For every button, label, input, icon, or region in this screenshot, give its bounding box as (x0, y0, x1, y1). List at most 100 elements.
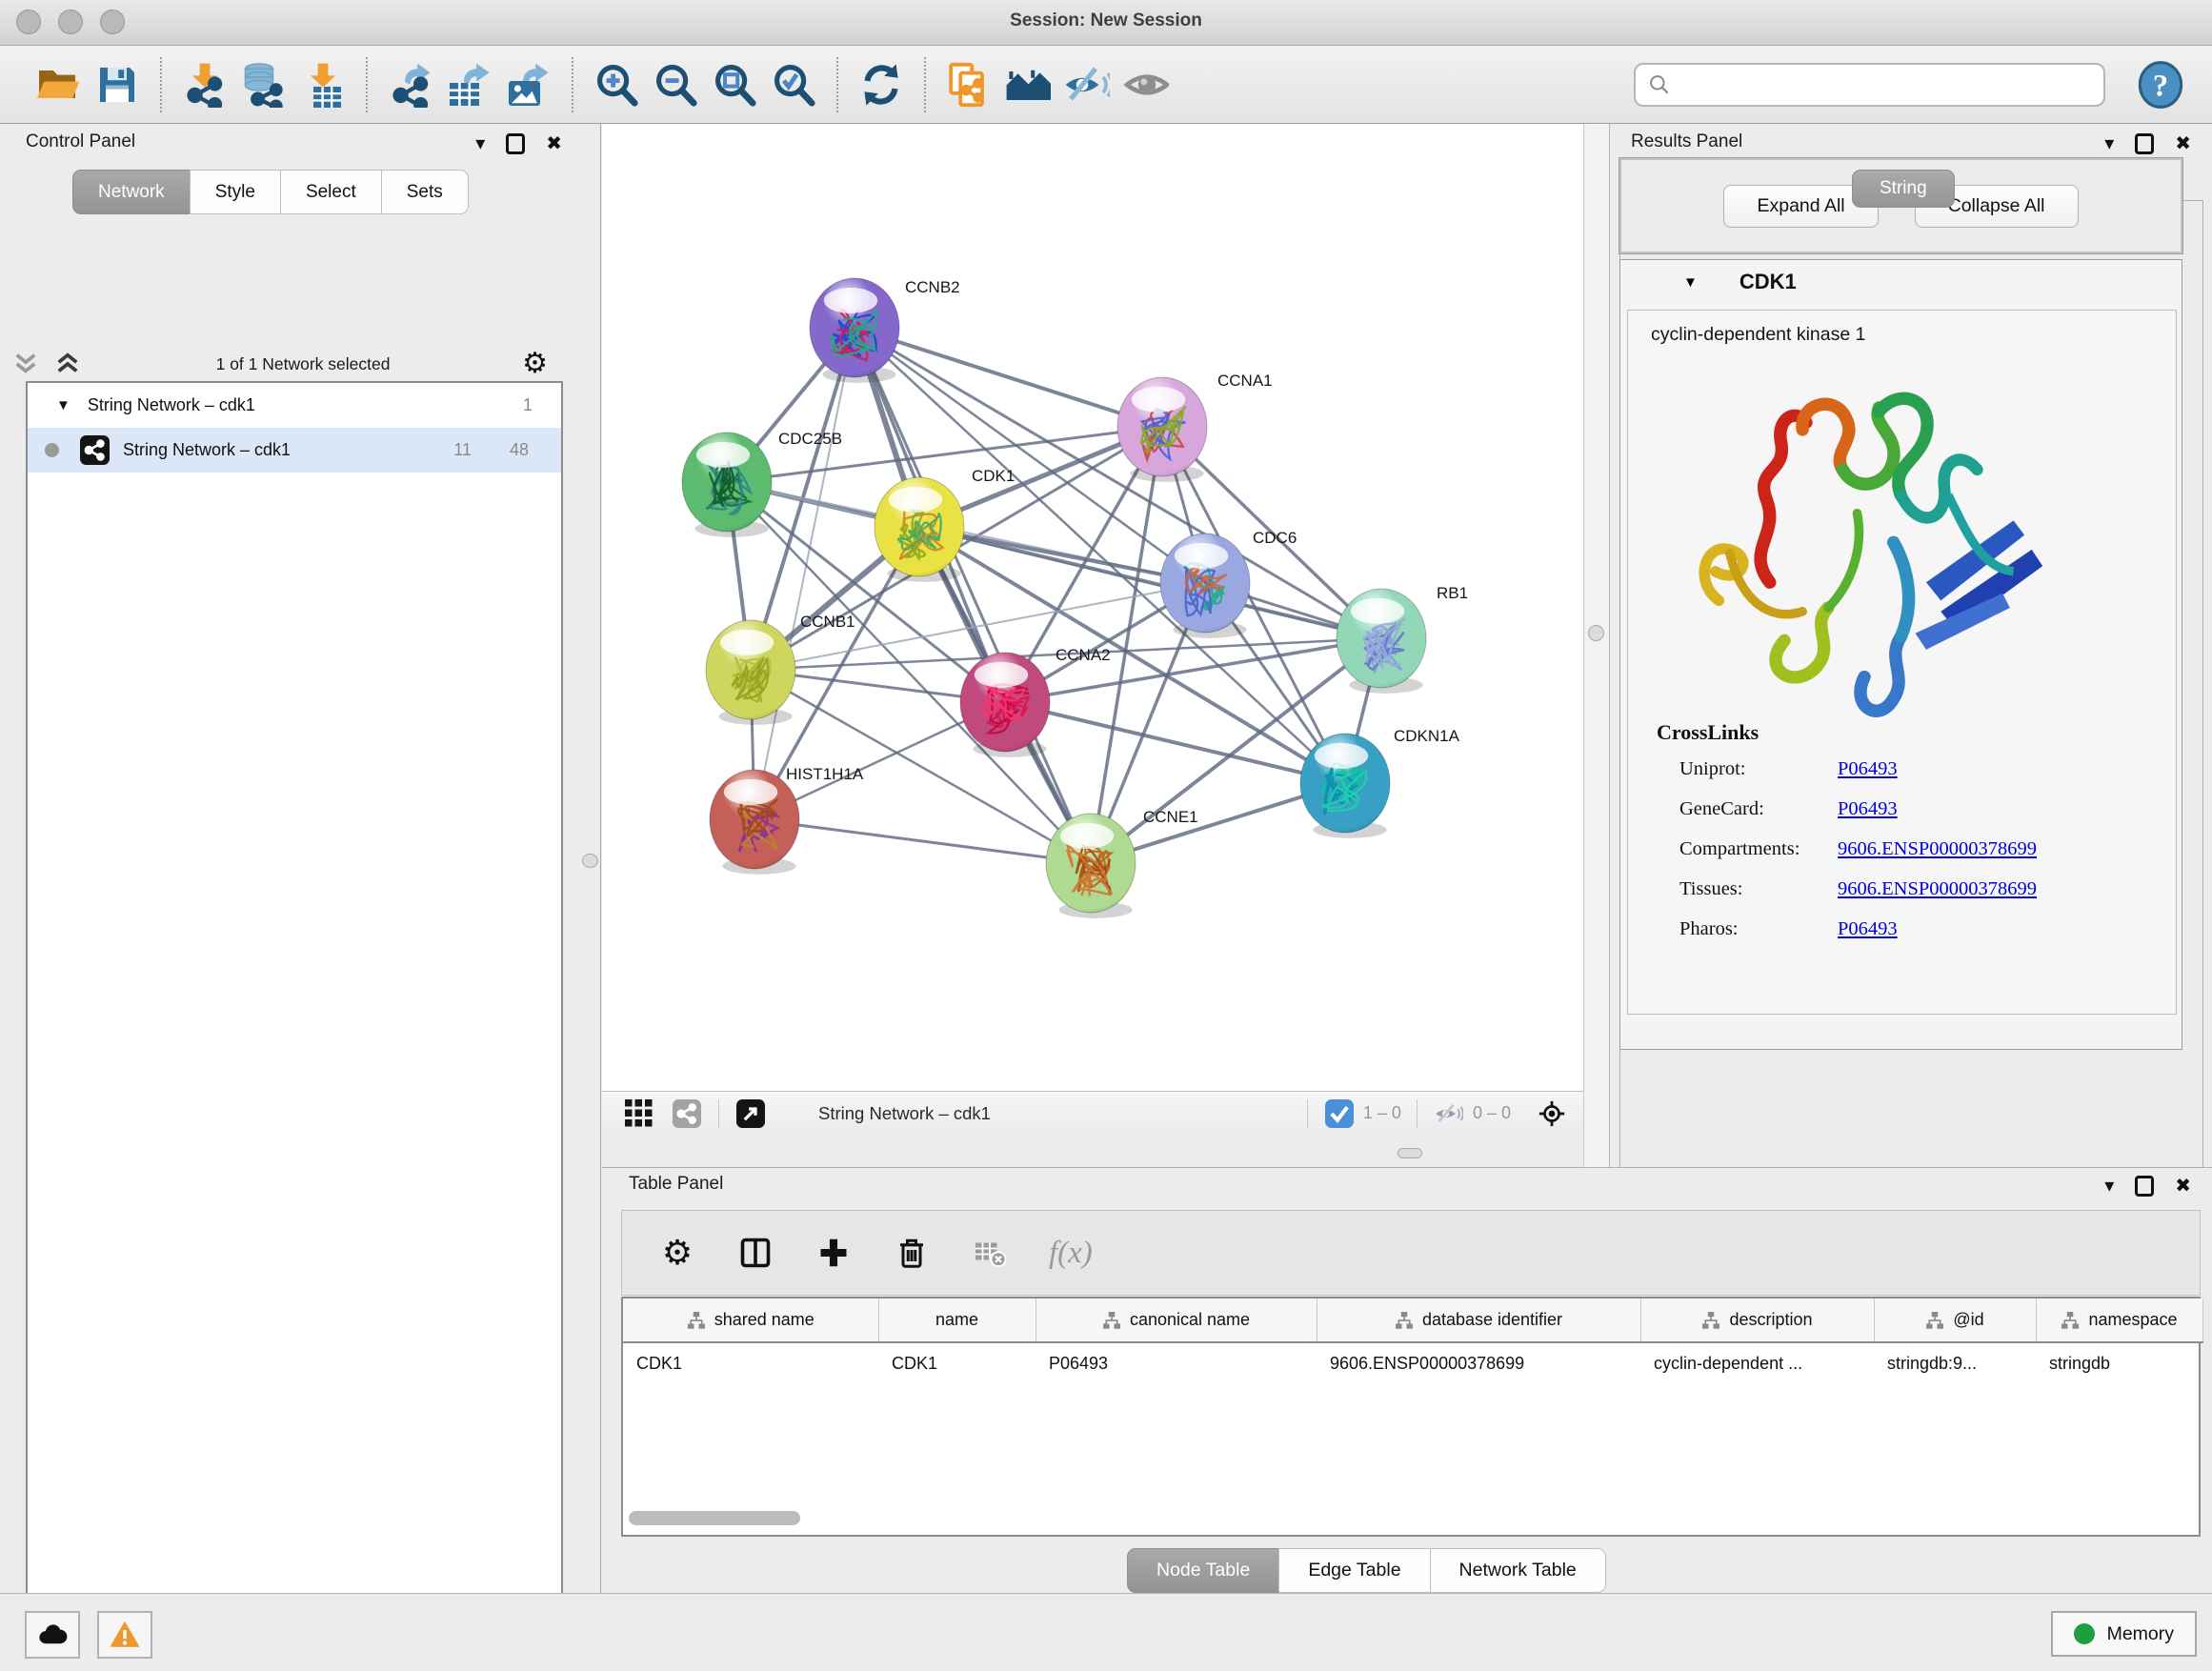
column-header-canonical-name[interactable]: canonical name (1036, 1299, 1317, 1342)
network-node-cdkn1a[interactable] (1300, 734, 1390, 838)
import-network-database-button[interactable] (234, 55, 293, 114)
search-input[interactable] (1679, 73, 2092, 96)
column-header-namespace[interactable]: namespace (2036, 1299, 2202, 1342)
delete-column-icon[interactable] (893, 1234, 931, 1272)
detach-view-icon[interactable] (734, 1097, 767, 1130)
tab-node-table[interactable]: Node Table (1127, 1548, 1279, 1593)
search-box[interactable] (1634, 63, 2105, 107)
import-network-button[interactable] (175, 55, 234, 114)
tab-sets[interactable]: Sets (381, 170, 469, 214)
horizontal-splitter-grip[interactable] (1398, 1148, 1422, 1158)
right-splitter-grip[interactable] (1588, 625, 1604, 641)
show-structures-button[interactable] (1116, 55, 1176, 114)
panel-close-icon[interactable]: ✖ (2175, 1177, 2191, 1196)
crosslink-link[interactable]: P06493 (1838, 918, 1898, 940)
add-column-icon[interactable] (814, 1234, 853, 1272)
memory-button[interactable]: Memory (2051, 1611, 2197, 1657)
column-header-@id[interactable]: @id (1874, 1299, 2036, 1342)
zoom-out-button[interactable] (646, 55, 705, 114)
table-cell[interactable]: stringdb:9... (1874, 1342, 2036, 1384)
panel-float-icon[interactable] (2135, 133, 2154, 154)
export-image-button[interactable] (499, 55, 558, 114)
column-header-description[interactable]: description (1640, 1299, 1874, 1342)
birdseye-icon[interactable] (1536, 1097, 1568, 1130)
tab-network[interactable]: Network (72, 170, 191, 214)
crosslink-link[interactable]: 9606.ENSP00000378699 (1838, 838, 2037, 860)
table-cell[interactable]: stringdb (2036, 1342, 2202, 1384)
warnings-button[interactable] (97, 1611, 152, 1659)
grid-mode-icon[interactable] (623, 1097, 655, 1130)
network-node-ccne1[interactable] (1046, 814, 1136, 918)
panel-menu-icon[interactable]: ▾ (475, 134, 485, 153)
crosslink-link[interactable]: 9606.ENSP00000378699 (1838, 878, 2037, 900)
help-button[interactable]: ? (2136, 60, 2185, 110)
collapse-all-icon[interactable] (51, 352, 84, 376)
gene-section-header[interactable]: ▼ CDK1 (1620, 260, 2182, 304)
network-canvas[interactable]: CCNB2CCNA1CDC25BCDK1CDC6RB1CCNB1CCNA2CDK… (602, 124, 1583, 1091)
network-options-gear-icon[interactable]: ⚙ (522, 350, 548, 378)
expand-all-icon[interactable] (10, 352, 42, 376)
right-splitter[interactable] (1583, 124, 1610, 1167)
selected-checkbox-icon[interactable] (1323, 1097, 1356, 1130)
table-cell[interactable]: CDK1 (623, 1342, 878, 1384)
string-query-button[interactable] (998, 55, 1057, 114)
panel-float-icon[interactable] (2135, 1176, 2154, 1197)
network-edge[interactable] (1005, 702, 1345, 783)
save-session-button[interactable] (88, 55, 147, 114)
table-cell[interactable]: CDK1 (878, 1342, 1036, 1384)
crosslink-link[interactable]: P06493 (1838, 758, 1898, 780)
panel-menu-icon[interactable]: ▾ (2104, 134, 2114, 153)
table-row[interactable]: CDK1CDK1P064939606.ENSP00000378699cyclin… (623, 1342, 2202, 1384)
left-splitter-grip[interactable] (582, 854, 598, 868)
gene-expand-icon[interactable]: ▼ (1683, 274, 1698, 291)
column-header-shared-name[interactable]: shared name (623, 1299, 878, 1342)
network-edge[interactable] (754, 819, 1091, 863)
hidden-eye-slash-icon[interactable] (1433, 1097, 1465, 1130)
column-header-database-identifier[interactable]: database identifier (1317, 1299, 1640, 1342)
refresh-view-button[interactable] (852, 55, 911, 114)
network-node-ccnb1[interactable] (706, 620, 795, 725)
share-view-icon[interactable] (671, 1097, 703, 1130)
table-settings-gear-icon[interactable]: ⚙ (658, 1234, 696, 1272)
network-edge[interactable] (754, 328, 855, 819)
show-columns-icon[interactable] (736, 1234, 774, 1272)
export-table-button[interactable] (440, 55, 499, 114)
panel-float-icon[interactable] (506, 133, 525, 154)
network-node-cdc25b[interactable] (682, 433, 772, 537)
tab-network-table[interactable]: Network Table (1430, 1548, 1606, 1593)
panel-close-icon[interactable]: ✖ (546, 134, 562, 153)
node-table[interactable]: shared namenamecanonical namedatabase id… (621, 1297, 2201, 1537)
network-node-ccna1[interactable] (1117, 377, 1207, 482)
zoom-selected-icon (771, 62, 816, 108)
crosslink-link[interactable]: P06493 (1838, 798, 1898, 820)
network-edge[interactable] (855, 328, 1091, 863)
zoom-fit-button[interactable] (705, 55, 764, 114)
network-node-hist1h1a[interactable] (710, 770, 799, 875)
tab-select[interactable]: Select (280, 170, 382, 214)
table-horizontal-scrollbar[interactable] (629, 1511, 800, 1525)
zoom-selected-button[interactable] (764, 55, 823, 114)
export-network-button[interactable] (381, 55, 440, 114)
panel-menu-icon[interactable]: ▾ (2104, 1177, 2114, 1196)
network-collection-row[interactable]: ▼ String Network – cdk1 1 (28, 383, 561, 428)
tab-style[interactable]: Style (190, 170, 281, 214)
tab-string[interactable]: String (1852, 170, 1955, 208)
column-header-name[interactable]: name (878, 1299, 1036, 1342)
collection-expand-icon[interactable]: ▼ (56, 397, 70, 413)
panel-close-icon[interactable]: ✖ (2175, 134, 2191, 153)
glass-effect-button[interactable] (1057, 55, 1116, 114)
network-row[interactable]: String Network – cdk1 11 48 (28, 428, 561, 473)
tab-edge-table[interactable]: Edge Table (1278, 1548, 1430, 1593)
network-graph[interactable]: CCNB2CCNA1CDC25BCDK1CDC6RB1CCNB1CCNA2CDK… (602, 124, 1583, 1091)
network-edge[interactable] (855, 328, 1162, 427)
node-label-cdk1: CDK1 (972, 467, 1015, 485)
network-node-rb1[interactable] (1337, 589, 1426, 694)
import-table-button[interactable] (293, 55, 352, 114)
duplicate-network-button[interactable] (939, 55, 998, 114)
table-cell[interactable]: cyclin-dependent ... (1640, 1342, 1874, 1384)
table-cell[interactable]: P06493 (1036, 1342, 1317, 1384)
zoom-in-button[interactable] (587, 55, 646, 114)
table-cell[interactable]: 9606.ENSP00000378699 (1317, 1342, 1640, 1384)
open-session-button[interactable] (29, 55, 88, 114)
automation-button[interactable] (25, 1611, 80, 1659)
